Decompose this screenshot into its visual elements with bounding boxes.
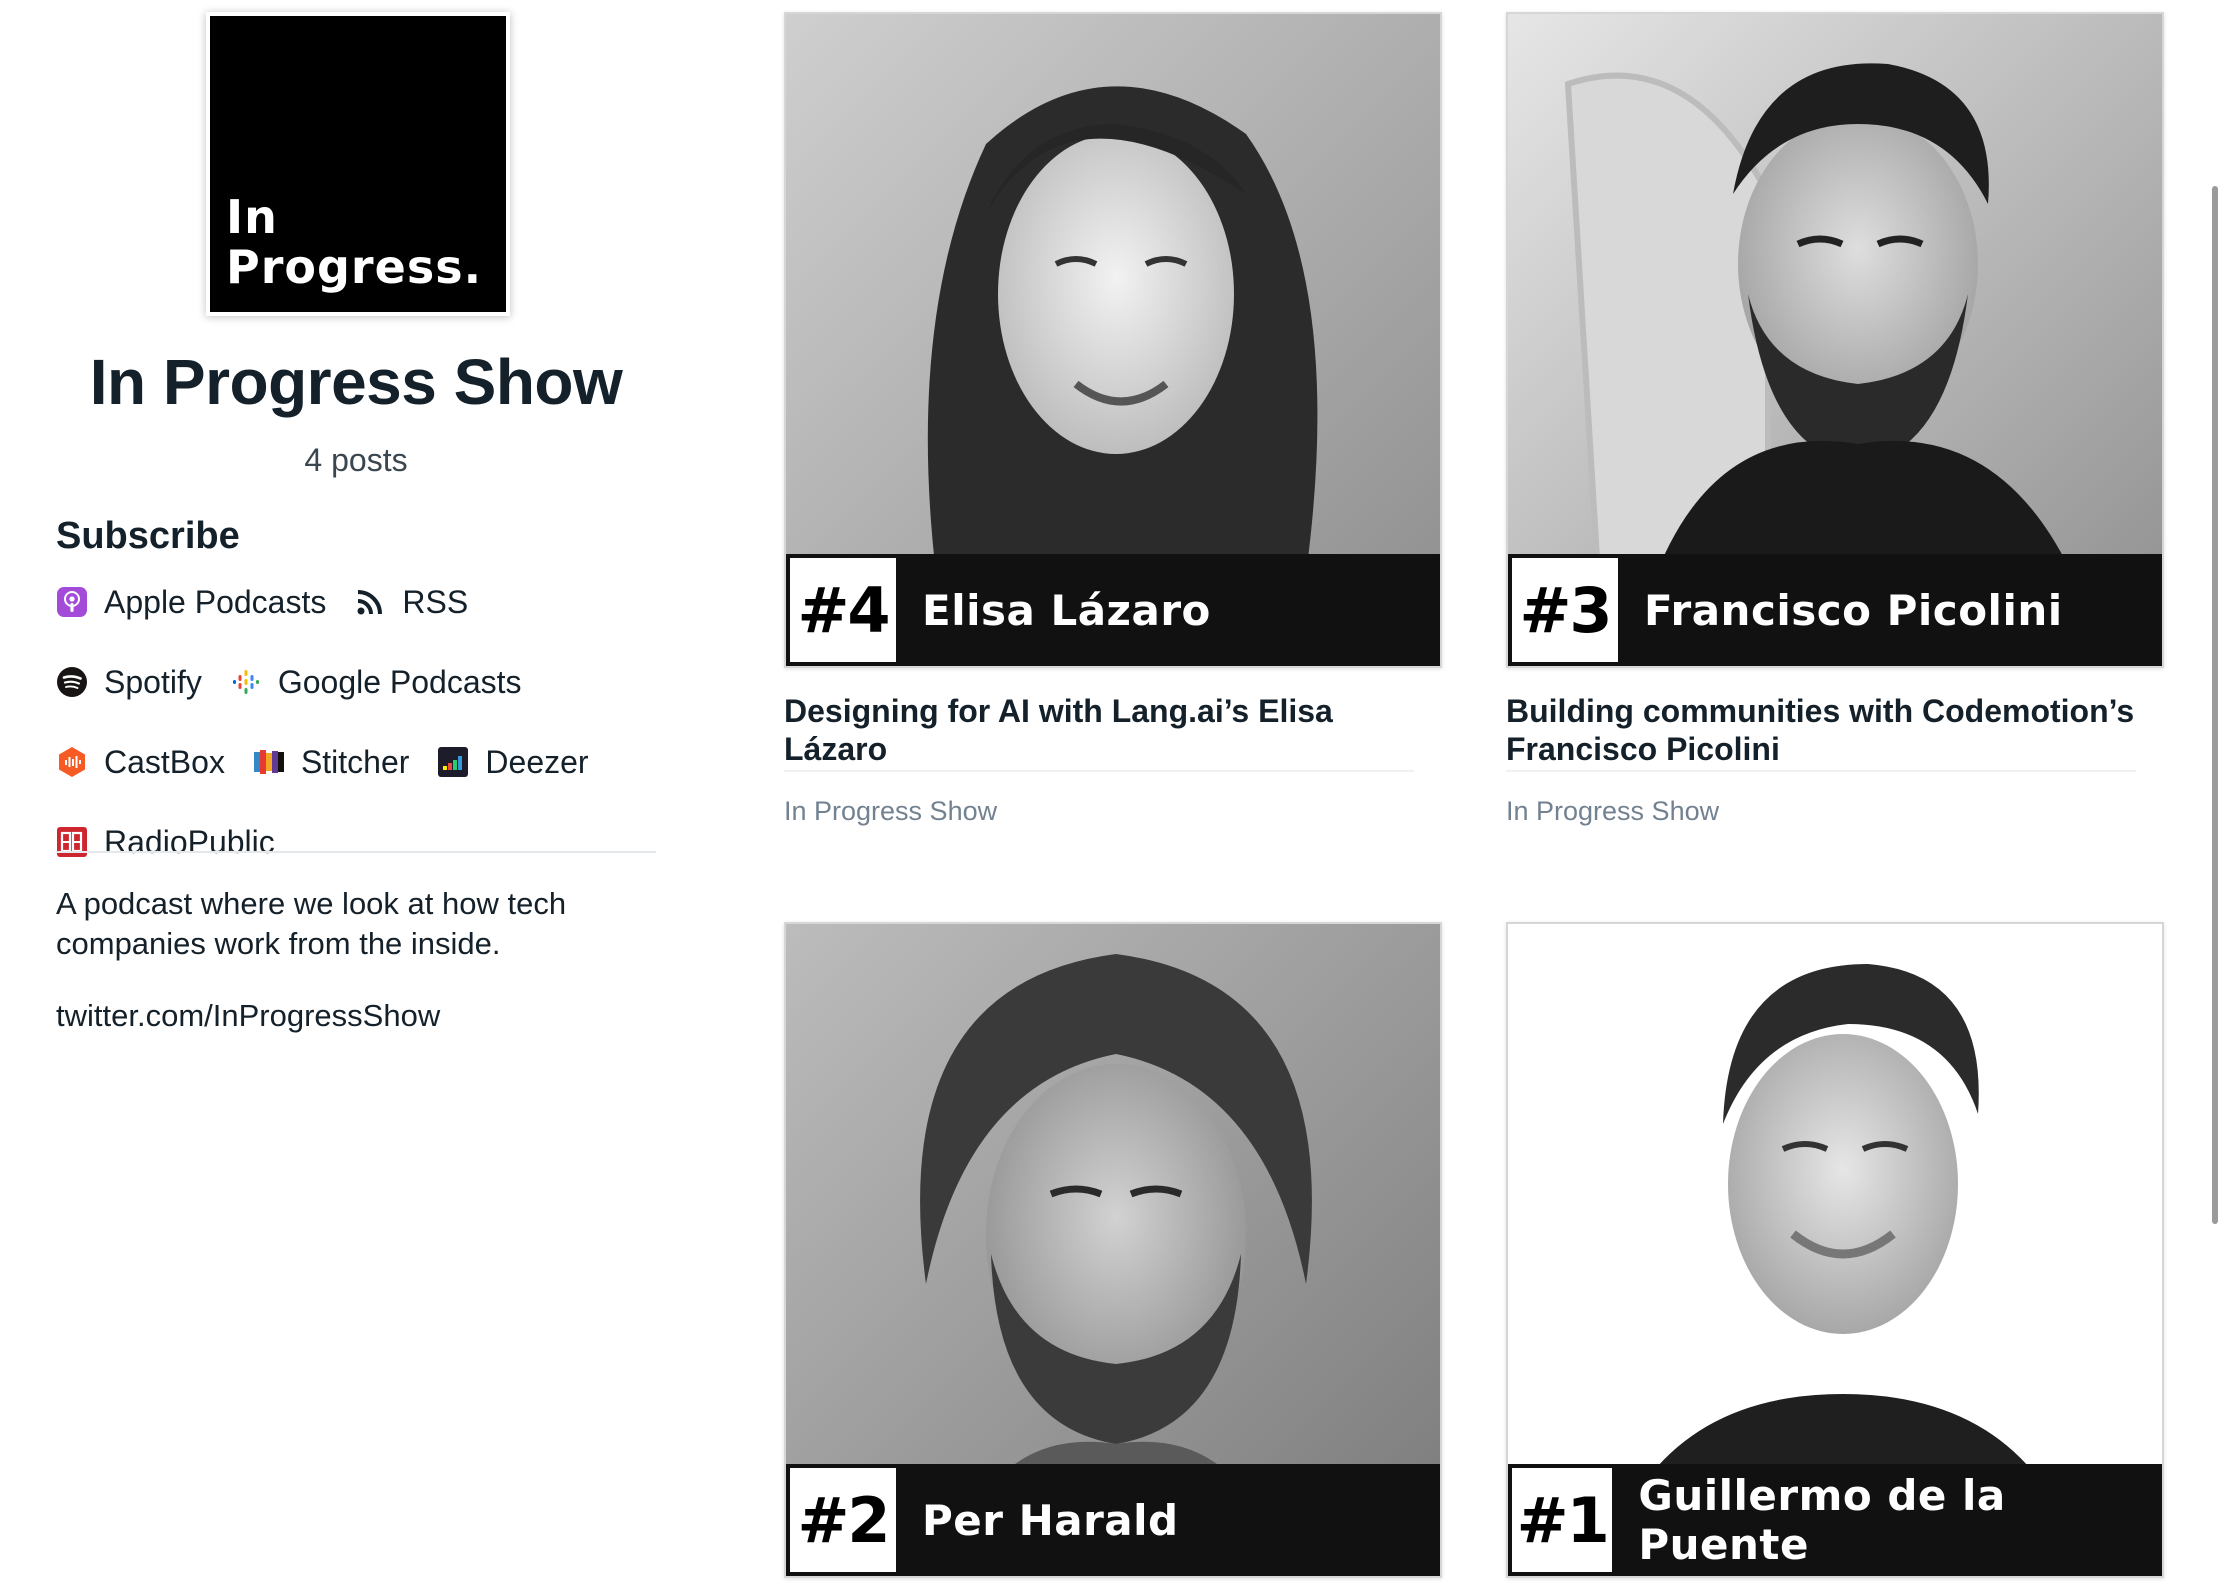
stitcher-link[interactable]: Stitcher: [253, 742, 409, 782]
radiopublic-link[interactable]: RadioPublic: [56, 822, 275, 862]
radiopublic-label: RadioPublic: [104, 824, 275, 860]
episode-image[interactable]: #3 Francisco Picolini: [1506, 12, 2164, 668]
subscribe-heading: Subscribe: [56, 515, 240, 557]
card-separator: [784, 770, 1414, 772]
episode-image[interactable]: #1 Guillermo de la Puente: [1506, 922, 2164, 1578]
episode-card[interactable]: #4 Elisa Lázaro Designing for AI with La…: [784, 12, 1442, 827]
rss-icon: [354, 586, 386, 618]
episode-card[interactable]: #2 Per Harald: [784, 922, 1442, 1578]
episode-image[interactable]: #4 Elisa Lázaro: [784, 12, 1442, 668]
episode-tag[interactable]: In Progress Show: [784, 796, 1442, 827]
episode-card[interactable]: #1 Guillermo de la Puente: [1506, 922, 2164, 1578]
show-title: In Progress Show: [89, 346, 623, 418]
rss-label: RSS: [402, 584, 469, 620]
guest-name: Elisa Lázaro: [922, 585, 1211, 635]
google-podcasts-link[interactable]: Google Podcasts: [230, 662, 522, 702]
google-podcasts-label: Google Podcasts: [277, 664, 522, 700]
spotify-label: Spotify: [104, 664, 202, 700]
vertical-scrollbar[interactable]: [2212, 186, 2218, 1224]
page: In Progress. In Progress Show 4 posts Su…: [0, 0, 2224, 1584]
castbox-icon: [56, 746, 88, 778]
podcast-cover-art[interactable]: In Progress.: [206, 12, 510, 316]
radiopublic-icon: [56, 826, 88, 858]
sidebar-divider: [56, 851, 656, 853]
apple-podcasts-label: Apple Podcasts: [104, 584, 327, 620]
guest-name: Per Harald: [922, 1495, 1179, 1545]
deezer-link[interactable]: Deezer: [437, 742, 589, 782]
post-count: 4 posts: [304, 442, 408, 478]
stitcher-icon: [253, 746, 285, 778]
episode-title[interactable]: Building communities with Codemotion’s F…: [1506, 692, 2146, 770]
guest-name-bar: #4 Elisa Lázaro: [786, 554, 1440, 666]
episode-card[interactable]: #3 Francisco Picolini Building communiti…: [1506, 12, 2164, 827]
castbox-label: CastBox: [104, 744, 225, 780]
podcast-description: A podcast where we look at how tech comp…: [56, 886, 567, 961]
guest-name-bar: #1 Guillermo de la Puente: [1508, 1464, 2162, 1576]
cover-logo-text: In Progress.: [226, 192, 482, 292]
cover-line-1: In: [226, 190, 278, 244]
google-podcasts-icon: [230, 666, 262, 698]
guest-name-bar: #3 Francisco Picolini: [1508, 554, 2162, 666]
deezer-icon: [437, 746, 469, 778]
episode-number: #4: [786, 554, 896, 666]
card-separator: [1506, 770, 2136, 772]
castbox-link[interactable]: CastBox: [56, 742, 225, 782]
twitter-link[interactable]: twitter.com/InProgressShow: [56, 998, 440, 1034]
guest-name: Francisco Picolini: [1644, 585, 2063, 635]
guest-name-bar: #2 Per Harald: [786, 1464, 1440, 1576]
apple-podcasts-link[interactable]: Apple Podcasts: [56, 582, 326, 622]
stitcher-label: Stitcher: [300, 744, 410, 780]
subscribe-links: Apple Podcasts RSS Spotify Google Podcas: [56, 582, 656, 862]
episode-title[interactable]: Designing for AI with Lang.ai’s Elisa Lá…: [784, 692, 1424, 770]
episode-number: #1: [1508, 1464, 1613, 1576]
guest-name: Guillermo de la Puente: [1638, 1471, 2006, 1569]
episode-number: #2: [786, 1464, 896, 1576]
episode-number: #3: [1508, 554, 1618, 666]
cover-line-2: Progress.: [226, 240, 483, 294]
rss-link[interactable]: RSS: [354, 582, 468, 622]
episode-tag[interactable]: In Progress Show: [1506, 796, 2164, 827]
episode-image[interactable]: #2 Per Harald: [784, 922, 1442, 1578]
spotify-icon: [56, 666, 88, 698]
spotify-link[interactable]: Spotify: [56, 662, 202, 702]
deezer-label: Deezer: [485, 744, 589, 780]
apple-podcasts-icon: [56, 586, 88, 618]
